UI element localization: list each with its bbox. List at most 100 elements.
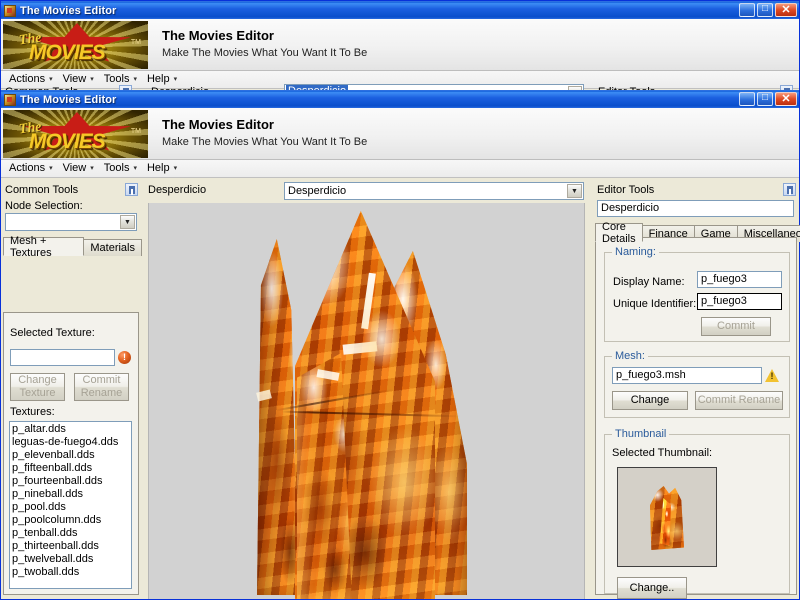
list-item[interactable]: p_altar.dds xyxy=(12,423,131,436)
menu-help[interactable]: Help ▾ xyxy=(143,72,181,87)
commit-button[interactable]: Commit xyxy=(701,317,771,336)
tab-core-details-label: Core Details xyxy=(602,220,636,245)
list-item[interactable]: p_tenball.dds xyxy=(12,527,131,540)
selected-texture-row xyxy=(10,349,131,366)
menu-actions[interactable]: Actions ▾ xyxy=(5,72,57,87)
menu-view-label: View xyxy=(62,162,87,174)
list-item[interactable]: p_nineball.dds xyxy=(12,488,131,501)
logo-movies-text: MOVIES xyxy=(29,130,106,153)
menu-view[interactable]: View ▾ xyxy=(59,72,98,87)
node-selection-label: Node Selection: xyxy=(5,200,83,212)
minimize-button[interactable]: _ xyxy=(739,3,755,17)
list-item[interactable]: leguas-de-fuego4.dds xyxy=(12,436,131,449)
common-tools-title: Common Tools xyxy=(5,183,79,196)
list-item[interactable]: p_thirteenball.dds xyxy=(12,540,131,553)
background-window-title: The Movies Editor xyxy=(20,4,117,17)
mesh-group: Mesh: p_fuego3.msh Change Commit Rename xyxy=(604,350,790,418)
error-icon xyxy=(118,351,131,364)
selected-texture-label: Selected Texture: xyxy=(10,327,95,339)
editor-window-controls[interactable]: _ □ ✕ xyxy=(739,92,797,106)
logo-movies-text: MOVIES xyxy=(29,41,106,64)
chevron-down-icon[interactable]: ▼ xyxy=(567,184,582,198)
mesh-commit-rename-button[interactable]: Commit Rename xyxy=(695,391,783,410)
app-icon xyxy=(4,4,16,17)
center-node-label: Desperdicio xyxy=(148,184,207,196)
maximize-icon: □ xyxy=(761,3,769,14)
chevron-down-icon: ▾ xyxy=(90,75,94,83)
list-item[interactable]: p_fifteenball.dds xyxy=(12,462,131,475)
editor-window-titlebar[interactable]: The Movies Editor _ □ ✕ xyxy=(1,90,799,108)
center-node-combo-value: Desperdicio xyxy=(288,185,347,197)
maximize-icon: □ xyxy=(761,92,769,103)
menu-help-label: Help xyxy=(146,162,170,174)
tab-materials-label: Materials xyxy=(90,242,135,254)
tab-mesh-textures[interactable]: Mesh + Textures xyxy=(3,235,85,259)
list-item[interactable]: p_twelveball.dds xyxy=(12,553,131,566)
list-item[interactable]: p_twoball.dds xyxy=(12,566,131,579)
change-texture-line2: Texture xyxy=(19,387,56,399)
close-button[interactable]: ✕ xyxy=(775,3,797,17)
naming-group-title: Naming: xyxy=(612,246,659,258)
background-window-titlebar[interactable]: The Movies Editor _ □ ✕ xyxy=(1,1,799,19)
list-item[interactable]: p_poolcolumn.dds xyxy=(12,514,131,527)
tab-core-details[interactable]: Core Details xyxy=(595,220,643,245)
textures-listbox[interactable]: p_altar.dds leguas-de-fuego4.dds p_eleve… xyxy=(9,421,132,589)
common-tools-panel: Common Tools Node Selection: ▼ Mesh + Te… xyxy=(1,181,142,599)
mesh-change-button[interactable]: Change xyxy=(612,391,688,410)
warning-icon xyxy=(765,369,779,382)
editor-window[interactable]: The Movies Editor _ □ ✕ The MOVIES TM Th… xyxy=(0,90,800,600)
node-selection-combo[interactable]: ▼ xyxy=(5,213,137,231)
editor-menubar[interactable]: Actions ▾ View ▾ Tools ▾ Help ▾ xyxy=(1,160,799,178)
thumbnail-group: Thumbnail Selected Thumbnail: Change.. xyxy=(604,428,790,599)
close-icon: ✕ xyxy=(781,4,791,16)
menu-actions[interactable]: Actions ▾ xyxy=(5,161,57,176)
editor-tools-header: Editor Tools xyxy=(593,181,799,198)
menu-tools-label: Tools xyxy=(103,73,130,85)
tab-materials[interactable]: Materials xyxy=(83,239,142,256)
commit-rename-texture-button[interactable]: Commit Rename xyxy=(74,373,129,401)
maximize-button[interactable]: □ xyxy=(757,3,773,17)
list-item[interactable]: p_fourteenball.dds xyxy=(12,475,131,488)
editor-banner: The MOVIES TM The Movies Editor Make The… xyxy=(1,108,799,160)
editor-banner-title: The Movies Editor xyxy=(162,117,274,132)
menu-view[interactable]: View ▾ xyxy=(59,161,98,176)
minimize-button[interactable]: _ xyxy=(739,92,755,106)
editor-window-title: The Movies Editor xyxy=(20,93,117,106)
display-name-input[interactable]: p_fuego3 xyxy=(697,271,782,288)
close-button[interactable]: ✕ xyxy=(775,92,797,106)
background-editor-window[interactable]: The Movies Editor _ □ ✕ The MOVIES TM Th… xyxy=(0,0,800,98)
center-node-combo[interactable]: Desperdicio ▼ xyxy=(284,182,584,200)
maximize-button[interactable]: □ xyxy=(757,92,773,106)
thumbnail-change-button[interactable]: Change.. xyxy=(617,577,687,599)
list-item[interactable]: p_pool.dds xyxy=(12,501,131,514)
unique-identifier-input[interactable]: p_fuego3 xyxy=(697,293,782,310)
selected-texture-input[interactable] xyxy=(10,349,115,366)
commit-rename-line1: Commit xyxy=(82,374,121,387)
movies-logo: The MOVIES TM xyxy=(3,110,148,158)
menu-tools[interactable]: Tools ▾ xyxy=(100,161,141,176)
minimize-icon: _ xyxy=(743,3,751,18)
model-viewport[interactable] xyxy=(148,203,585,599)
menu-help-label: Help xyxy=(146,73,170,85)
chevron-down-icon: ▾ xyxy=(173,75,178,83)
background-window-controls[interactable]: _ □ ✕ xyxy=(739,3,797,17)
object-name-field[interactable]: Desperdicio xyxy=(597,200,794,217)
selected-thumbnail-label: Selected Thumbnail: xyxy=(612,447,713,459)
logo-tm-mark: TM xyxy=(130,39,141,46)
chevron-down-icon[interactable]: ▼ xyxy=(120,215,135,229)
menu-help[interactable]: Help ▾ xyxy=(143,161,181,176)
background-banner-subtitle: Make The Movies What You Want It To Be xyxy=(162,47,368,59)
pin-panel-icon[interactable] xyxy=(125,183,138,196)
editor-banner-subtitle: Make The Movies What You Want It To Be xyxy=(162,136,368,148)
naming-group: Naming: Display Name: p_fuego3 Unique Id… xyxy=(604,246,790,342)
thumbnail-preview[interactable] xyxy=(617,467,717,567)
pin-panel-icon[interactable] xyxy=(783,183,796,196)
left-tabstrip[interactable]: Mesh + Textures Materials xyxy=(1,235,142,259)
change-texture-button[interactable]: Change Texture xyxy=(10,373,65,401)
editor-tools-title: Editor Tools xyxy=(597,183,655,196)
list-item[interactable]: p_elevenball.dds xyxy=(12,449,131,462)
mesh-name-input[interactable]: p_fuego3.msh xyxy=(612,367,762,384)
menu-actions-label: Actions xyxy=(9,162,46,174)
menu-actions-label: Actions xyxy=(9,73,46,85)
thumbnail-group-title: Thumbnail xyxy=(612,428,670,440)
